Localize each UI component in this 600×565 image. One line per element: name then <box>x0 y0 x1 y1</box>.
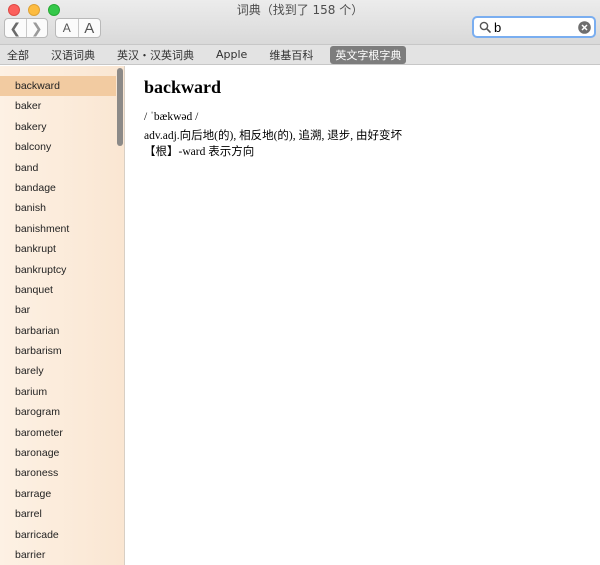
word-list-item[interactable]: banquet <box>0 280 116 300</box>
forward-button[interactable]: ❯ <box>27 19 48 37</box>
word-list-item[interactable]: barbarian <box>0 321 116 341</box>
word-list-item[interactable]: balcony <box>0 137 116 157</box>
word-list-item[interactable]: baker <box>0 96 116 116</box>
word-list-item[interactable]: barium <box>0 382 116 402</box>
word-list-item[interactable]: barbarism <box>0 341 116 361</box>
word-list-item[interactable]: barricade <box>0 525 116 545</box>
magnifier-icon <box>479 21 491 33</box>
sidebar-scrollbar[interactable] <box>117 68 123 146</box>
word-list-item[interactable]: barometer <box>0 423 116 443</box>
word-list-item[interactable]: barogram <box>0 402 116 422</box>
word-list-item[interactable]: banishment <box>0 219 116 239</box>
word-list-item[interactable]: baronage <box>0 443 116 463</box>
word-list-item[interactable]: barely <box>0 361 116 381</box>
entry-root: 【根】-ward 表示方向 <box>144 146 255 158</box>
tab-item[interactable]: Apple <box>211 47 252 62</box>
entry-headword: backward <box>144 77 222 97</box>
decrease-font-button[interactable]: A <box>56 19 79 37</box>
word-list-item[interactable]: backward <box>0 76 116 97</box>
word-list-item[interactable]: barrier <box>0 545 116 565</box>
title-bar: 词典（找到了 158 个） ❮ ❯ A A b <box>0 0 600 45</box>
word-list: backward baker bakery balcony band bandage ban… <box>0 76 116 565</box>
word-list-item[interactable]: bankruptcy <box>0 260 116 280</box>
chevron-right-icon: ❯ <box>30 19 43 36</box>
word-list-item[interactable]: bakery <box>0 117 116 137</box>
tab-item[interactable]: 英文字根字典 <box>330 45 407 64</box>
entry-definition: adv.adj.向后地(的), 相反地(的), 追溯, 退步, 由好变坏 <box>144 130 402 142</box>
dictionary-tabs: 全部 汉语词典 英汉・汉英词典 Apple 维基百科 英文字根字典 <box>0 45 600 65</box>
definition-pane: backward / ˈbækwəd / adv.adj.向后地(的), 相反地… <box>125 66 600 565</box>
clear-search-icon[interactable] <box>578 21 591 34</box>
increase-font-button[interactable]: A <box>79 19 101 37</box>
word-list-item[interactable]: bandage <box>0 178 116 198</box>
tab-item[interactable]: 汉语词典 <box>46 46 100 64</box>
word-list-item[interactable]: banish <box>0 198 116 218</box>
word-list-item[interactable]: barrage <box>0 484 116 504</box>
back-button[interactable]: ❮ <box>5 19 27 37</box>
entry-pronunciation: / ˈbækwəd / <box>144 111 199 123</box>
search-input[interactable]: b <box>494 20 501 35</box>
word-list-sidebar: backward baker bakery balcony band bandage ban… <box>0 66 125 565</box>
word-list-item[interactable]: band <box>0 158 116 178</box>
tab-item[interactable]: 英汉・汉英词典 <box>112 46 199 64</box>
font-size-buttons: A A <box>55 18 101 38</box>
chevron-left-icon: ❮ <box>9 19 22 36</box>
word-list-item[interactable]: barrel <box>0 504 116 524</box>
search-field[interactable]: b <box>472 16 596 38</box>
tab-item[interactable]: 全部 <box>5 46 34 64</box>
tab-item[interactable]: 维基百科 <box>264 46 318 64</box>
word-list-item[interactable]: bankrupt <box>0 239 116 259</box>
navigation-buttons: ❮ ❯ <box>4 18 48 38</box>
word-list-item[interactable]: baroness <box>0 463 116 483</box>
word-list-item[interactable]: bar <box>0 300 116 320</box>
